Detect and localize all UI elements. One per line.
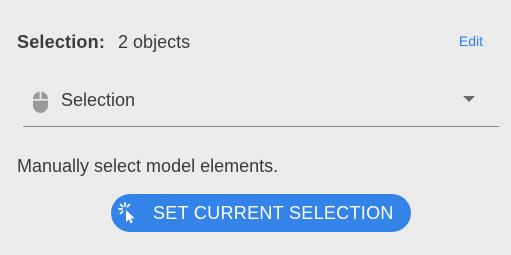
edit-link[interactable]: Edit [459,33,483,49]
selection-count: 2 objects [118,31,191,52]
selection-label: Selection: [17,31,106,52]
cursor-click-icon [118,202,135,224]
chevron-down-icon [463,96,475,102]
set-current-selection-button[interactable]: SET CURRENT SELECTION [111,194,411,232]
dropdown-selected-value: Selection [61,90,136,110]
mouse-icon [33,91,48,113]
set-current-selection-label: SET CURRENT SELECTION [153,203,394,223]
selection-mode-dropdown[interactable]: Selection [23,83,499,127]
selection-header: Selection: 2 objects [17,31,190,53]
mode-description: Manually select model elements. [17,156,279,176]
